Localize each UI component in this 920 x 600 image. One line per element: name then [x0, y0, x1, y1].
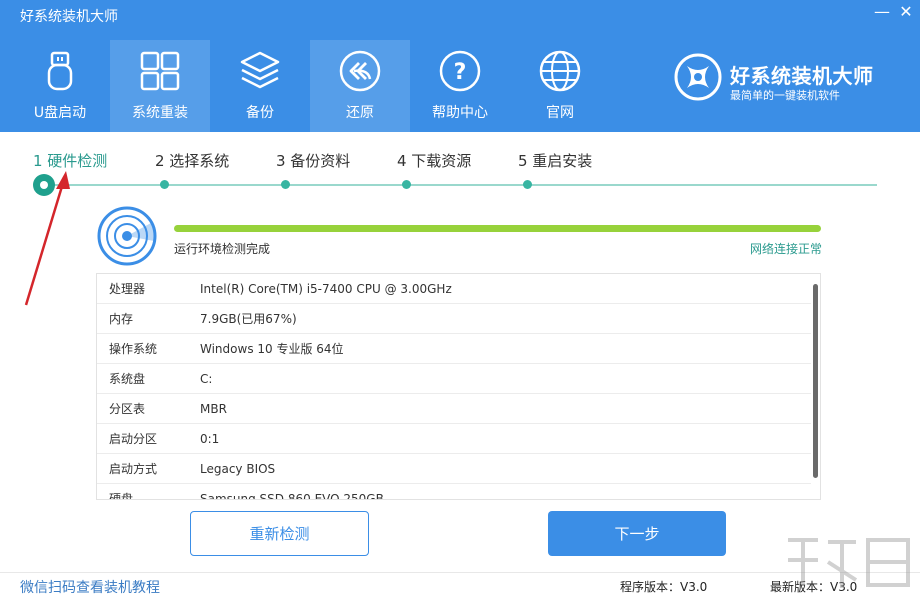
row-value: Windows 10 专业版 64位 [200, 342, 344, 356]
row-value: MBR [200, 401, 227, 416]
step-marker [523, 180, 532, 189]
disk-scan-icon [96, 205, 158, 267]
app-title: 好系统装机大师 [20, 9, 118, 25]
brand-logo-icon [673, 52, 723, 102]
row-value: Intel(R) Core(TM) i5-7400 CPU @ 3.00GHz [200, 281, 452, 296]
table-row: 启动方式 Legacy BIOS [97, 454, 811, 484]
row-key: 内存 [109, 312, 134, 326]
close-icon[interactable]: ✕ [896, 4, 916, 20]
nav-label: 还原 [346, 105, 374, 121]
table-row: 操作系统 Windows 10 专业版 64位 [97, 334, 811, 364]
brand: 好系统装机大师 最简单的一键装机软件 [673, 50, 888, 108]
table-row: 系统盘 C: [97, 364, 811, 394]
brand-tagline: 最简单的一键装机软件 [730, 89, 840, 102]
tutorial-link[interactable]: 微信扫码查看装机教程 [20, 577, 160, 597]
row-value: C: [200, 371, 213, 386]
row-key: 硬盘 [109, 492, 134, 500]
row-key: 分区表 [109, 402, 146, 416]
windows-icon [138, 49, 182, 93]
next-button[interactable]: 下一步 [548, 511, 726, 556]
nav-label: U盘启动 [33, 105, 87, 121]
row-key: 系统盘 [109, 372, 146, 386]
restore-icon [338, 49, 382, 93]
header: 好系统装机大师 — ✕ U盘启动 系统重装 备份 还原 ? 帮助中心 官网 好系… [0, 0, 920, 132]
minimize-icon[interactable]: — [872, 4, 892, 20]
nav-label: 系统重装 [132, 105, 188, 121]
nav-restore[interactable]: 还原 [310, 40, 410, 132]
scrollbar[interactable] [813, 284, 818, 478]
annotation-arrow [24, 171, 70, 306]
table-row: 处理器 Intel(R) Core(TM) i5-7400 CPU @ 3.00G… [97, 274, 811, 304]
nav-label: 备份 [246, 105, 274, 121]
step-backup-data: 3 备份资料 [276, 152, 351, 170]
step-marker [160, 180, 169, 189]
usb-icon [38, 49, 82, 93]
row-value: Samsung SSD 860 EVO 250GB [200, 491, 384, 500]
layers-icon [238, 49, 282, 93]
row-value: 0:1 [200, 431, 220, 446]
row-key: 启动方式 [109, 462, 158, 476]
watermark-logo [788, 538, 910, 588]
svg-text:?: ? [454, 60, 467, 85]
step-marker [402, 180, 411, 189]
brand-name: 好系统装机大师 [730, 64, 874, 88]
network-status: 网络连接正常 [749, 242, 822, 256]
row-key: 处理器 [109, 282, 146, 296]
table-row: 内存 7.9GB(已用67%) [97, 304, 811, 334]
nav-website[interactable]: 官网 [510, 40, 610, 132]
row-value: 7.9GB(已用67%) [200, 312, 297, 326]
globe-icon [538, 49, 582, 93]
row-value: Legacy BIOS [200, 461, 276, 476]
detection-progress-bar [174, 225, 821, 232]
progress-fill [174, 225, 821, 232]
table-row: 分区表 MBR [97, 394, 811, 424]
step-marker [281, 180, 290, 189]
help-icon: ? [438, 49, 482, 93]
nav-system-reinstall[interactable]: 系统重装 [110, 40, 210, 132]
table-row: 启动分区 0:1 [97, 424, 811, 454]
nav-backup[interactable]: 备份 [210, 40, 310, 132]
redetect-button[interactable]: 重新检测 [190, 511, 369, 556]
table-row: 硬盘 Samsung SSD 860 EVO 250GB [97, 484, 811, 500]
hardware-info-table[interactable]: 处理器 Intel(R) Core(TM) i5-7400 CPU @ 3.00G… [96, 273, 821, 500]
step-download-resources: 4 下载资源 [397, 152, 472, 170]
program-version: 程序版本：V3.0 [620, 580, 708, 594]
row-key: 操作系统 [109, 342, 158, 356]
nav-label: 官网 [546, 105, 574, 121]
progress-status: 运行环境检测完成 [174, 242, 271, 256]
nav-label: 帮助中心 [432, 105, 488, 121]
step-select-system: 2 选择系统 [155, 152, 230, 170]
app-window: 好系统装机大师 — ✕ U盘启动 系统重装 备份 还原 ? 帮助中心 官网 好系… [0, 0, 920, 600]
nav-help-center[interactable]: ? 帮助中心 [410, 40, 510, 132]
top-nav: U盘启动 系统重装 备份 还原 ? 帮助中心 官网 [10, 40, 610, 132]
nav-usb-boot[interactable]: U盘启动 [10, 40, 110, 132]
step-restart-install: 5 重启安装 [518, 152, 593, 170]
row-key: 启动分区 [109, 432, 158, 446]
